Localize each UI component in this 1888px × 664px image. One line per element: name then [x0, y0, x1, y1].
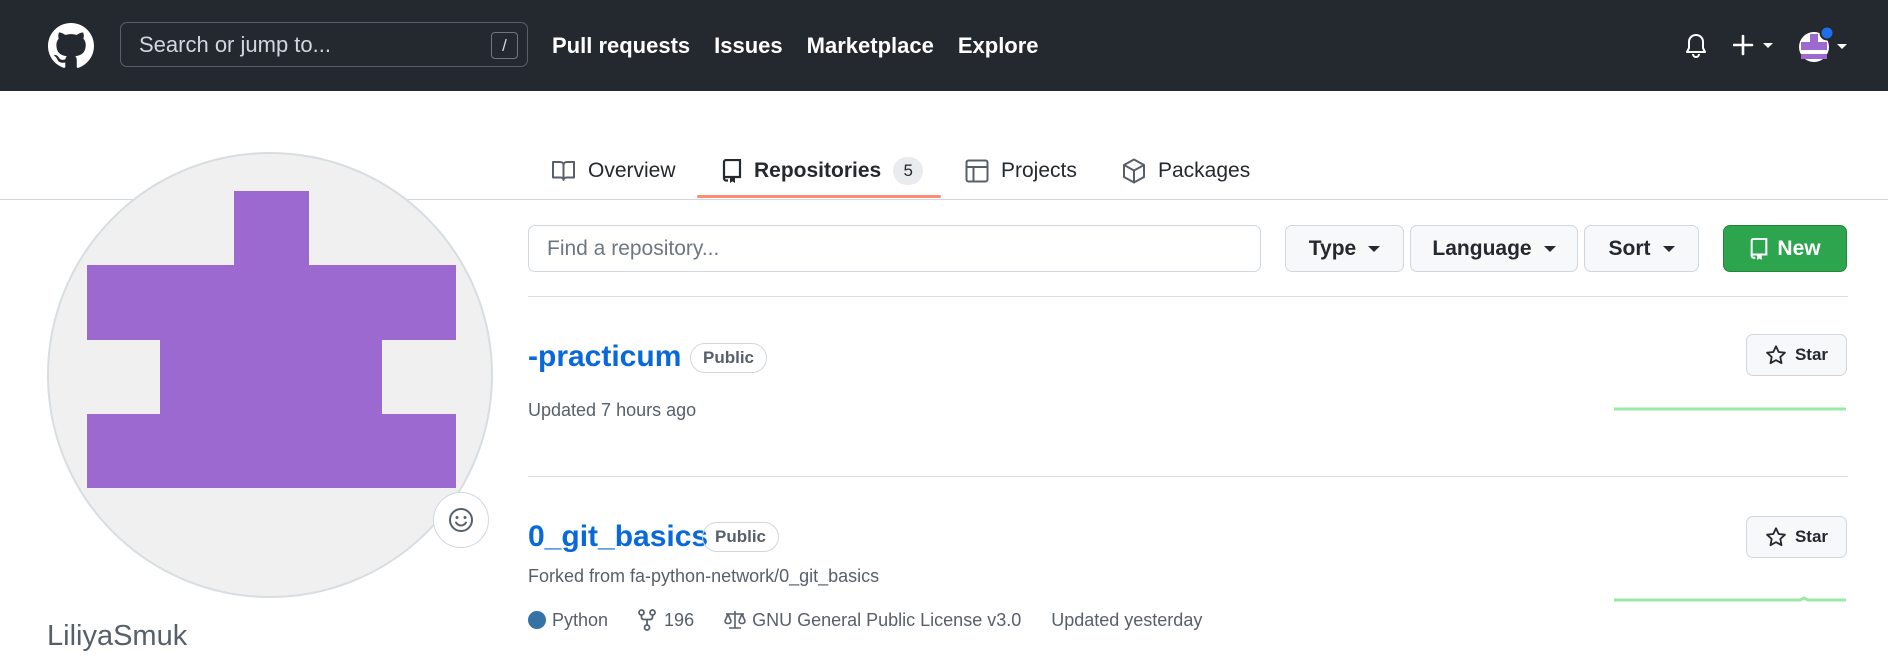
- create-new-plus-icon[interactable]: [1733, 30, 1779, 60]
- type-filter-label: Type: [1308, 236, 1357, 260]
- table-icon: [965, 159, 989, 183]
- license-label: GNU General Public License v3.0: [752, 609, 1022, 630]
- visibility-badge: Public: [690, 343, 768, 373]
- activity-sparkline: [1614, 596, 1846, 602]
- language-filter-label: Language: [1432, 236, 1532, 260]
- tab-repositories-label: Repositories: [754, 159, 882, 182]
- nav-explore[interactable]: Explore: [958, 33, 1039, 59]
- smiley-icon: [449, 508, 473, 532]
- star-label: Star: [1794, 527, 1829, 546]
- global-search-input[interactable]: Search or jump to... /: [120, 22, 528, 67]
- tab-packages-label: Packages: [1158, 159, 1251, 182]
- book-icon: [552, 161, 575, 181]
- language-color-dot: [528, 611, 546, 629]
- list-divider: [528, 476, 1848, 477]
- star-button[interactable]: Star: [1746, 516, 1847, 558]
- type-filter-button[interactable]: Type: [1285, 225, 1404, 272]
- tab-projects-label: Projects: [1001, 159, 1077, 182]
- identicon-image: [87, 191, 456, 488]
- github-logo-icon[interactable]: [46, 23, 96, 69]
- sort-button[interactable]: Sort: [1584, 225, 1699, 272]
- chevron-down-icon: [1368, 245, 1381, 252]
- language-label: Python: [552, 609, 609, 630]
- activity-sparkline: [1614, 407, 1846, 411]
- nav-pull-requests[interactable]: Pull requests: [552, 33, 690, 59]
- tab-overview-label: Overview: [588, 159, 676, 182]
- nav-issues[interactable]: Issues: [714, 33, 783, 59]
- visibility-badge: Public: [702, 522, 780, 552]
- repo-updated-text: Updated 7 hours ago: [528, 400, 697, 420]
- profile-avatar[interactable]: [47, 152, 493, 598]
- star-label: Star: [1794, 345, 1829, 364]
- tab-overview[interactable]: Overview: [551, 143, 676, 199]
- search-placeholder: Search or jump to...: [139, 32, 331, 57]
- tab-packages[interactable]: Packages: [1122, 143, 1250, 199]
- star-icon: [1766, 345, 1786, 365]
- find-repository-input[interactable]: Find a repository...: [528, 225, 1261, 272]
- repo-license: GNU General Public License v3.0: [724, 610, 1021, 631]
- law-scale-icon: [724, 611, 746, 629]
- fork-icon: [638, 609, 656, 631]
- repo-language: Python: [528, 610, 608, 631]
- profile-username: LiliyaSmuk: [47, 620, 188, 652]
- user-avatar-menu-icon[interactable]: [1797, 26, 1853, 64]
- repo-updated-text: Updated yesterday: [1051, 609, 1203, 630]
- repo-icon: [1751, 237, 1768, 260]
- repo-meta-row: Python 196 GNU General Public License v3…: [528, 609, 1232, 631]
- global-header: Search or jump to... / Pull requests Iss…: [0, 0, 1888, 91]
- tab-projects[interactable]: Projects: [965, 143, 1077, 199]
- list-divider: [528, 296, 1848, 297]
- nav-marketplace[interactable]: Marketplace: [807, 33, 934, 59]
- chevron-down-icon: [1662, 245, 1675, 252]
- forks-count: 196: [664, 609, 695, 630]
- language-filter-button[interactable]: Language: [1410, 225, 1578, 272]
- repo-name-link[interactable]: -practicum: [528, 340, 681, 374]
- repo-icon: [722, 159, 742, 183]
- set-status-button[interactable]: [433, 492, 489, 548]
- header-nav: Pull requests Issues Marketplace Explore: [552, 0, 1039, 91]
- tab-repositories[interactable]: Repositories 5: [722, 143, 924, 199]
- sort-label: Sort: [1608, 236, 1651, 260]
- repositories-count-badge: 5: [893, 157, 924, 185]
- search-hotkey-hint: /: [491, 32, 518, 59]
- repo-name-link[interactable]: 0_git_basics: [528, 520, 708, 554]
- star-button[interactable]: Star: [1746, 334, 1847, 376]
- forked-from-text[interactable]: Forked from fa-python-network/0_git_basi…: [528, 566, 879, 587]
- new-repository-button[interactable]: New: [1723, 225, 1847, 272]
- notifications-bell-icon[interactable]: [1684, 33, 1708, 59]
- chevron-down-icon: [1543, 245, 1556, 252]
- active-tab-indicator: [697, 195, 941, 198]
- repo-forks-link[interactable]: 196: [638, 609, 694, 631]
- star-icon: [1766, 527, 1786, 547]
- new-button-label: New: [1777, 236, 1821, 260]
- package-icon: [1123, 158, 1145, 184]
